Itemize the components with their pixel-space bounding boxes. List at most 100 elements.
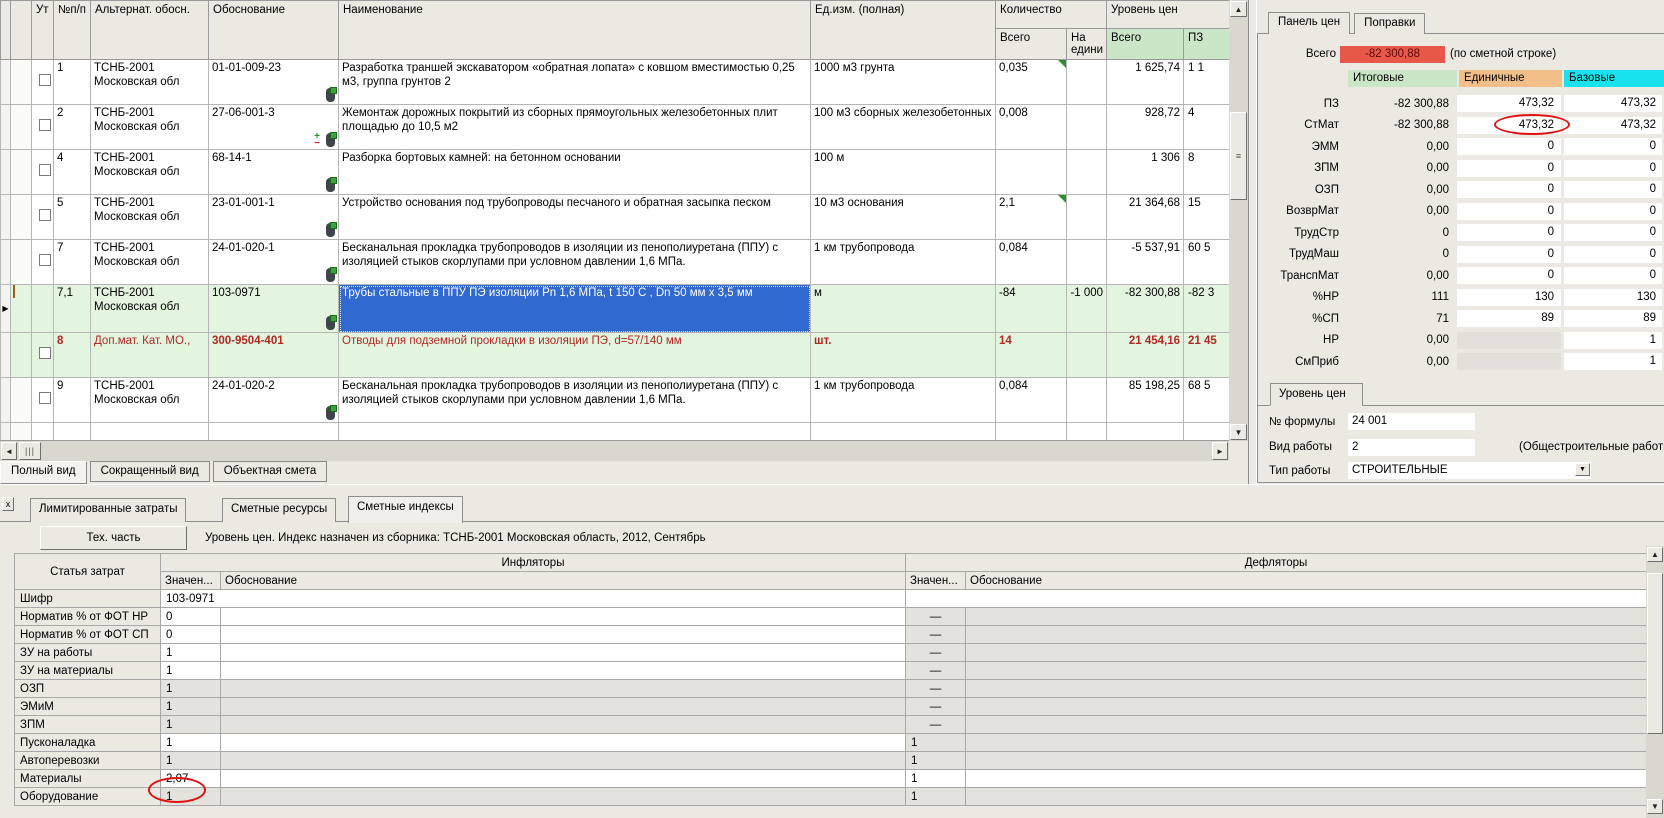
column-header-bazovye: Базовые	[1564, 70, 1664, 87]
row-checkbox[interactable]	[39, 164, 51, 176]
vertical-scroll-thumb[interactable]	[1647, 573, 1663, 734]
scrollbar-corner	[1229, 441, 1248, 461]
formula-number-label: № формулы	[1269, 416, 1335, 428]
tab-estimate-indexes[interactable]: Сметные индексы	[348, 496, 463, 523]
estimate-row-4: 4 ТСНБ-2001 Московская обл 68-14-1 Разбо…	[1, 150, 1230, 195]
material-resource-icon	[13, 285, 15, 299]
tab-object-estimate[interactable]: Объектная смета	[213, 461, 328, 482]
work-kind-field[interactable]: 2	[1348, 439, 1475, 456]
vertical-scroll-thumb[interactable]: ≡	[1230, 112, 1247, 200]
price-panel-rows: ПЗ-82 300,88473,32473,32 СтМат-82 300,88…	[1258, 93, 1664, 373]
estimate-row-8-additional-material: 8 Доп.мат. Кат. МО., 300-9504-401 Отводы…	[1, 333, 1230, 378]
row-checkbox[interactable]	[39, 74, 51, 86]
horizontal-scroll-thumb[interactable]: |||	[19, 442, 41, 460]
estimate-grid: Ут №п/п Альтернат. обосн. Обоснование На…	[0, 0, 1229, 441]
empty-filler-row	[1, 423, 1230, 442]
col-header-unit: Ед.изм. (полная)	[811, 1, 996, 60]
tab-limited-costs[interactable]: Лимитированные затраты	[30, 498, 186, 522]
row-checkbox[interactable]	[39, 119, 51, 131]
price-row-pct-nr: %НР111130130	[1258, 287, 1664, 309]
col-header-icons	[11, 1, 32, 60]
annotation-ellipse-stmat	[1494, 114, 1570, 135]
tab-price-panel[interactable]: Панель цен	[1268, 12, 1350, 34]
col-header-qty-group: Количество	[996, 1, 1107, 29]
panel-vertical-scrollbar[interactable]: ▲ ▼	[1646, 546, 1664, 818]
tab-estimate-resources[interactable]: Сметные ресурсы	[222, 498, 336, 522]
price-row-pct-sp: %СП718989	[1258, 308, 1664, 330]
grid-vertical-scrollbar[interactable]: ▲ ≡ ▼	[1229, 0, 1248, 441]
panel-splitter[interactable]	[1248, 0, 1257, 484]
attachment-icon[interactable]	[326, 133, 335, 147]
col-header-qty-total: Всего	[996, 29, 1067, 60]
index-row-materialy: Материалы 2,07 1	[15, 770, 1647, 788]
price-row-transpmat: ТранспМат0,0000	[1258, 265, 1664, 287]
scroll-down-icon[interactable]: ▼	[1647, 799, 1663, 814]
formula-number-field[interactable]: 24 001	[1348, 413, 1475, 430]
view-tabs: Полный вид Сокращенный вид Объектная сме…	[0, 461, 327, 484]
col-header-qty-per: На едини	[1067, 29, 1107, 60]
tab-price-level[interactable]: Уровень цен	[1270, 383, 1363, 406]
selected-name-cell[interactable]: Трубы стальные в ППУ ПЭ изоляции Pn 1,6 …	[339, 285, 811, 333]
index-row-zu-materials: ЗУ на материалы 1 —	[15, 662, 1647, 680]
index-row-ozp: ОЗП 1 —	[15, 680, 1647, 698]
attachment-icon[interactable]	[326, 268, 335, 282]
index-row-normativ-nr: Норматив % от ФОТ НР 0 —	[15, 608, 1647, 626]
total-value-highlighted: -82 300,88	[1340, 46, 1445, 63]
scroll-down-icon[interactable]: ▼	[1230, 424, 1247, 440]
scroll-left-icon[interactable]: ◄	[1, 442, 17, 460]
qty-cell-with-note[interactable]: 2,1	[996, 195, 1067, 240]
annotation-ellipse-materials	[148, 777, 206, 803]
attachment-icon[interactable]	[326, 316, 335, 330]
col-header-price-total: Всего	[1107, 29, 1184, 60]
total-label: Всего	[1258, 48, 1336, 60]
tab-corrections[interactable]: Поправки	[1354, 13, 1425, 34]
price-row-pz: ПЗ-82 300,88473,32473,32	[1258, 93, 1664, 115]
estimate-row-2: 2 ТСНБ-2001 Московская обл 27-06-001-3+−…	[1, 105, 1230, 150]
index-row-puskonaladka: Пусконаладка 1 1	[15, 734, 1647, 752]
qty-cell-with-note[interactable]: 0,035	[996, 60, 1067, 105]
estimate-row-1: 1 ТСНБ-2001 Московская обл 01-01-009-23 …	[1, 60, 1230, 105]
tab-short-view[interactable]: Сокращенный вид	[90, 461, 210, 482]
scroll-up-icon[interactable]: ▲	[1647, 547, 1663, 562]
tab-full-view[interactable]: Полный вид	[0, 461, 87, 484]
col-header-deflators: Дефляторы	[906, 554, 1647, 572]
index-source-info: Уровень цен. Индекс назначен из сборника…	[205, 532, 706, 544]
row-checkbox[interactable]	[39, 347, 51, 359]
col-header-just: Обоснование	[209, 1, 339, 60]
work-type-label: Тип работы	[1269, 465, 1330, 477]
dropdown-arrow-icon[interactable]: ▼	[1575, 463, 1590, 476]
col-header-inflators: Инфляторы	[161, 554, 906, 572]
index-row-zpm: ЗПМ 1 —	[15, 716, 1647, 734]
work-type-dropdown[interactable]: СТРОИТЕЛЬНЫЕ▼	[1348, 462, 1591, 479]
scroll-up-icon[interactable]: ▲	[1230, 1, 1247, 17]
price-row-trudmash: ТрудМаш000	[1258, 244, 1664, 266]
price-row-vozvrmat: ВозврМат0,0000	[1258, 201, 1664, 223]
col-header-price-pz: ПЗ	[1184, 29, 1229, 60]
attachment-icon[interactable]	[326, 178, 335, 192]
price-row-ozp: ОЗП0,0000	[1258, 179, 1664, 201]
row-checkbox[interactable]	[39, 392, 51, 404]
col-header-num: №п/п	[54, 1, 91, 60]
col-header-marker	[1, 1, 11, 60]
scroll-right-icon[interactable]: ►	[1212, 442, 1228, 460]
index-row-normativ-sp: Норматив % от ФОТ СП 0 —	[15, 626, 1647, 644]
row-checkbox[interactable]	[39, 209, 51, 221]
attachment-icon[interactable]	[326, 88, 335, 102]
attachment-icon[interactable]	[326, 406, 335, 420]
grid-horizontal-scrollbar[interactable]: ◄ ||| ►	[0, 441, 1229, 461]
estimate-row-7-1-selected: ▶ 7,1 ТСНБ-2001 Московская обл 103-0971 …	[1, 285, 1230, 333]
price-panel-tabs: Панель цен Поправки	[1268, 12, 1425, 34]
col-header-alt: Альтернат. обосн.	[91, 1, 209, 60]
plus-minus-icon: +−	[312, 133, 322, 147]
estimate-grid-area: Ут №п/п Альтернат. обосн. Обоснование На…	[0, 0, 1229, 441]
column-header-edinichnye: Единичные	[1459, 70, 1562, 87]
estimate-row-5: 5 ТСНБ-2001 Московская обл 23-01-001-1 У…	[1, 195, 1230, 240]
col-header-price-group: Уровень цен	[1107, 1, 1229, 29]
row-checkbox[interactable]	[39, 254, 51, 266]
col-header-inf-value: Значен...	[161, 572, 221, 590]
col-header-inf-just: Обоснование	[221, 572, 906, 590]
attachment-icon[interactable]	[326, 223, 335, 237]
estimate-app-window: Ут №п/п Альтернат. обосн. Обоснование На…	[0, 0, 1664, 818]
tech-part-button[interactable]: Тех. часть	[40, 526, 187, 550]
index-row-emim: ЭМиМ 1 —	[15, 698, 1647, 716]
